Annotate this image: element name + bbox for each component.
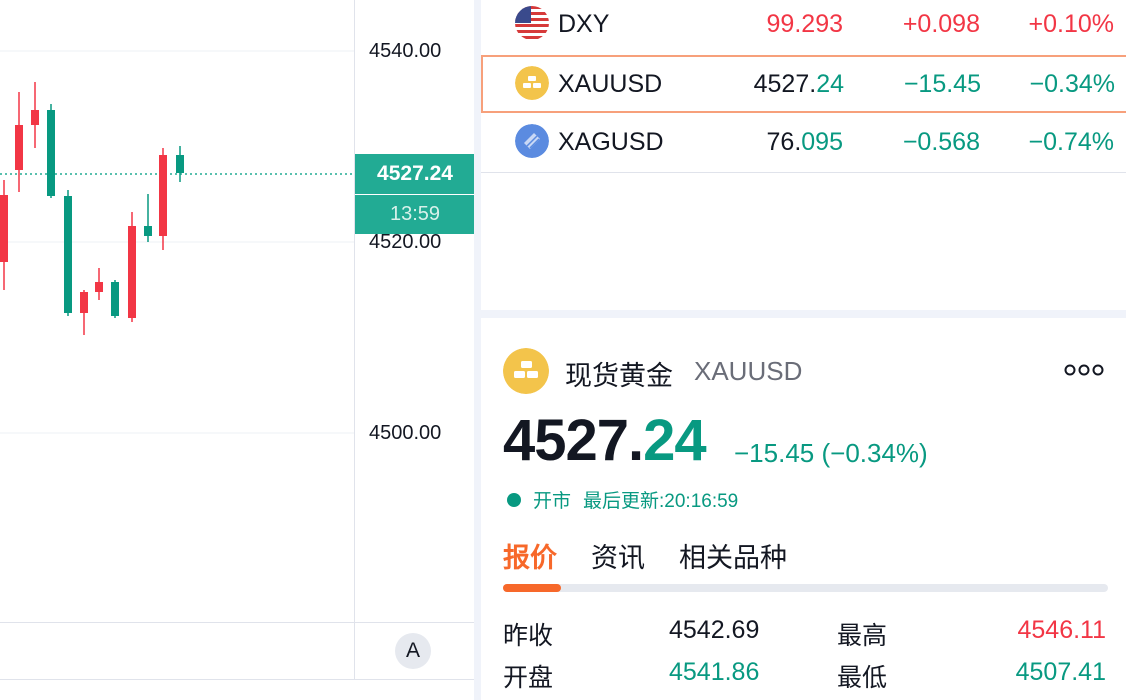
- stat-value-high: 4546.11: [1017, 616, 1106, 644]
- candle-body: [15, 125, 23, 170]
- symbol-name: XAGUSD: [558, 128, 664, 156]
- axis-separator: [354, 623, 355, 679]
- axis-label: 4540.00: [369, 40, 442, 62]
- current-price: 4527.24: [503, 408, 707, 473]
- price-change: −15.45: [903, 70, 981, 98]
- tab-track: [503, 584, 1108, 592]
- candlestick-chart[interactable]: [0, 0, 354, 622]
- more-options-icon[interactable]: [1064, 358, 1104, 382]
- watchlist: DXY 99.293 +0.098 +0.10% XAUUSD 4527.24 …: [481, 0, 1126, 310]
- stat-label-high: 最高: [837, 622, 888, 650]
- watchlist-row-xauusd[interactable]: XAUUSD 4527.24 −15.45 −0.34%: [481, 55, 1126, 113]
- gold-bars-icon: [515, 66, 549, 100]
- watchlist-row-xagusd[interactable]: XAGUSD 76.095 −0.568 −0.74%: [481, 113, 1126, 171]
- symbol-name: DXY: [558, 10, 610, 38]
- axis-label: 4520.00: [369, 231, 442, 253]
- last-updated: 最后更新:20:16:59: [583, 491, 739, 512]
- price-change-percent: −0.34%: [1029, 70, 1116, 98]
- symbol-name: XAUUSD: [558, 70, 663, 98]
- candle-body: [0, 195, 8, 262]
- tab-active-indicator: [503, 584, 561, 592]
- symbol-detail-panel: 现货黄金 XAUUSD 4527.24 −15.45 (−0.34%) 开市 最…: [481, 318, 1126, 700]
- stat-label-prev-close: 昨收: [503, 622, 554, 650]
- symbol-full-name: 现货黄金: [565, 361, 673, 391]
- candle-body: [31, 110, 39, 125]
- time-axis: A: [0, 622, 474, 680]
- symbol-ticker: XAUUSD: [694, 356, 803, 386]
- price-change: +0.098: [902, 10, 980, 38]
- candle-body: [144, 226, 152, 236]
- stat-value-open: 4541.86: [669, 658, 760, 686]
- tab-quote[interactable]: 报价: [503, 536, 557, 575]
- candle-body: [95, 282, 103, 292]
- pane-divider[interactable]: [474, 0, 481, 700]
- chart-pane[interactable]: 4540.00 4520.00 4500.00 4527.24 13:59 A: [0, 0, 475, 700]
- stat-label-low: 最低: [837, 664, 888, 692]
- tab-news[interactable]: 资讯: [591, 536, 645, 575]
- last-price: 4527.24: [753, 70, 844, 98]
- candle-body: [64, 196, 72, 313]
- candles: [0, 82, 184, 335]
- last-price: 76.095: [766, 128, 843, 156]
- stat-label-open: 开盘: [503, 664, 554, 692]
- candle-body: [47, 110, 55, 196]
- market-status-label: 开市: [533, 491, 572, 512]
- last-price: 99.293: [766, 10, 843, 38]
- price-change: −15.45 (−0.34%): [734, 438, 928, 468]
- auto-scale-button[interactable]: A: [395, 633, 431, 669]
- last-price-tag: 4527.24: [355, 154, 475, 194]
- price-change-percent: +0.10%: [1028, 10, 1115, 38]
- gold-bars-icon: [503, 348, 549, 394]
- tab-related-symbols[interactable]: 相关品种: [679, 536, 787, 575]
- us-flag-icon: [515, 6, 549, 40]
- stat-value-low: 4507.41: [1015, 658, 1106, 686]
- candle-body: [176, 155, 184, 173]
- divider: [481, 172, 1126, 173]
- price-change: −0.568: [902, 128, 980, 156]
- section-divider: [481, 310, 1126, 318]
- bar-countdown-tag: 13:59: [355, 195, 475, 234]
- candle-body: [111, 282, 119, 316]
- market-status: 开市 最后更新:20:16:59: [507, 486, 738, 513]
- market-open-dot-icon: [507, 492, 521, 507]
- candle-body: [128, 226, 136, 318]
- axis-label: 4500.00: [369, 422, 442, 444]
- watchlist-row-dxy[interactable]: DXY 99.293 +0.098 +0.10%: [481, 0, 1126, 53]
- candle-body: [80, 292, 88, 313]
- price-change-percent: −0.74%: [1028, 128, 1115, 156]
- candle-body: [159, 155, 167, 236]
- silver-bars-icon: [515, 124, 549, 158]
- price-axis[interactable]: 4540.00 4520.00 4500.00 4527.24 13:59: [354, 0, 475, 622]
- stat-value-prev-close: 4542.69: [669, 616, 760, 644]
